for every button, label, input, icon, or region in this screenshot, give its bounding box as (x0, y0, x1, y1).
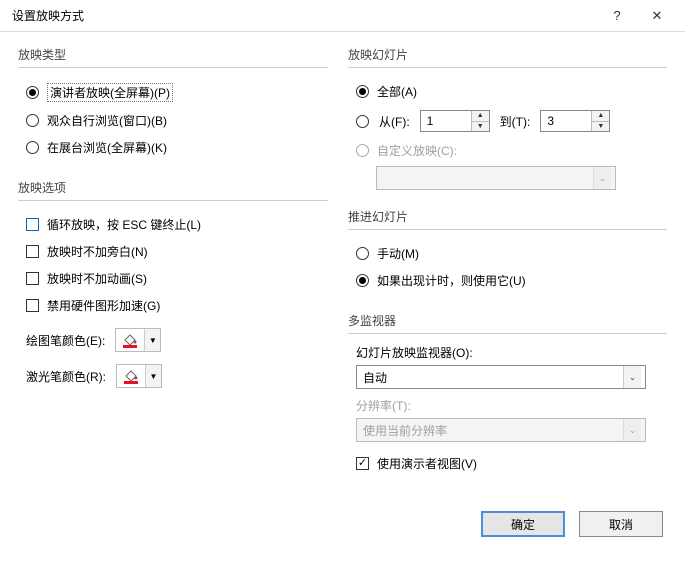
radio-slides-range[interactable]: 从(F): ▲▼ 到(T): ▲▼ (348, 105, 667, 137)
group-title: 多监视器 (348, 312, 667, 329)
radio-custom-show: 自定义放映(C): (348, 137, 667, 164)
custom-show-select: ⌄ (376, 166, 616, 190)
pen-color-picker[interactable]: ▼ (115, 328, 161, 352)
radio-advance-timings[interactable]: 如果出现计时，则使用它(U) (348, 267, 667, 294)
ok-button[interactable]: 确定 (481, 511, 565, 537)
radio-presenter[interactable]: 演讲者放映(全屏幕)(P) (18, 78, 328, 107)
checkbox-icon (26, 299, 39, 312)
bucket-icon (121, 332, 139, 348)
radio-icon (356, 85, 369, 98)
select-value: 自动 (363, 369, 387, 386)
radio-icon (356, 144, 369, 157)
group-show-options: 放映选项 循环放映，按 ESC 键终止(L) 放映时不加旁白(N) 放映时不加动… (18, 179, 328, 391)
checkbox-label: 禁用硬件图形加速(G) (47, 297, 160, 314)
pen-color-label: 绘图笔颜色(E): (26, 332, 105, 349)
monitor-select[interactable]: 自动 ⌄ (356, 365, 646, 389)
radio-label: 演讲者放映(全屏幕)(P) (47, 83, 173, 102)
group-title: 放映类型 (18, 46, 328, 63)
checkbox-label: 使用演示者视图(V) (377, 455, 477, 472)
spin-down-icon[interactable]: ▼ (472, 122, 489, 132)
laser-color-label: 激光笔颜色(R): (26, 368, 106, 385)
to-spinner[interactable]: ▲▼ (540, 110, 610, 132)
checkbox-no-narration[interactable]: 放映时不加旁白(N) (18, 238, 328, 265)
radio-icon (26, 141, 39, 154)
from-input[interactable] (421, 111, 471, 131)
button-label: 确定 (511, 516, 535, 533)
checkbox-icon (26, 272, 39, 285)
radio-slides-all[interactable]: 全部(A) (348, 78, 667, 105)
checkbox-icon (356, 457, 369, 470)
group-show-type: 放映类型 演讲者放映(全屏幕)(P) 观众自行浏览(窗口)(B) 在展台浏览(全… (18, 46, 328, 161)
titlebar: 设置放映方式 ? ✕ (0, 0, 685, 32)
to-input[interactable] (541, 111, 591, 131)
checkbox-loop[interactable]: 循环放映，按 ESC 键终止(L) (18, 211, 328, 238)
chevron-down-icon: ⌄ (593, 167, 611, 189)
close-icon: ✕ (652, 8, 663, 24)
resolution-select: 使用当前分辨率 ⌄ (356, 418, 646, 442)
radio-label: 手动(M) (377, 245, 419, 262)
radio-browse-window[interactable]: 观众自行浏览(窗口)(B) (18, 107, 328, 134)
from-label: 从(F): (379, 113, 410, 130)
dialog-footer: 确定 取消 (0, 503, 685, 551)
bucket-icon (122, 368, 140, 384)
group-monitors: 多监视器 幻灯片放映监视器(O): 自动 ⌄ 分辨率(T): 使用当前分辨率 ⌄… (348, 312, 667, 477)
radio-icon (26, 114, 39, 127)
spin-down-icon[interactable]: ▼ (592, 122, 609, 132)
radio-kiosk[interactable]: 在展台浏览(全屏幕)(K) (18, 134, 328, 161)
cancel-button[interactable]: 取消 (579, 511, 663, 537)
radio-icon (356, 247, 369, 260)
help-button[interactable]: ? (597, 0, 637, 32)
close-button[interactable]: ✕ (637, 0, 677, 32)
group-title: 放映幻灯片 (348, 46, 667, 63)
chevron-down-icon: ▼ (144, 329, 160, 351)
group-title: 推进幻灯片 (348, 208, 667, 225)
laser-color-picker[interactable]: ▼ (116, 364, 162, 388)
radio-icon (356, 274, 369, 287)
checkbox-label: 放映时不加旁白(N) (47, 243, 148, 260)
dialog-body: 放映类型 演讲者放映(全屏幕)(P) 观众自行浏览(窗口)(B) 在展台浏览(全… (0, 32, 685, 503)
spin-up-icon[interactable]: ▲ (472, 111, 489, 122)
radio-label: 观众自行浏览(窗口)(B) (47, 112, 167, 129)
radio-label: 全部(A) (377, 83, 417, 100)
checkbox-disable-hw[interactable]: 禁用硬件图形加速(G) (18, 292, 328, 319)
checkbox-label: 放映时不加动画(S) (47, 270, 147, 287)
checkbox-no-animation[interactable]: 放映时不加动画(S) (18, 265, 328, 292)
radio-icon (26, 86, 39, 99)
chevron-down-icon: ⌄ (623, 366, 641, 388)
radio-advance-manual[interactable]: 手动(M) (348, 240, 667, 267)
radio-label: 自定义放映(C): (377, 142, 457, 159)
select-value: 使用当前分辨率 (363, 422, 447, 439)
button-label: 取消 (609, 516, 633, 533)
group-advance: 推进幻灯片 手动(M) 如果出现计时，则使用它(U) (348, 208, 667, 294)
checkbox-label: 循环放映，按 ESC 键终止(L) (47, 216, 201, 233)
from-spinner[interactable]: ▲▼ (420, 110, 490, 132)
radio-label: 在展台浏览(全屏幕)(K) (47, 139, 167, 156)
group-title: 放映选项 (18, 179, 328, 196)
checkbox-presenter-view[interactable]: 使用演示者视图(V) (348, 450, 667, 477)
chevron-down-icon: ⌄ (623, 419, 641, 441)
group-slides: 放映幻灯片 全部(A) 从(F): ▲▼ 到(T): ▲▼ (348, 46, 667, 190)
resolution-label: 分辨率(T): (348, 397, 667, 414)
radio-label: 如果出现计时，则使用它(U) (377, 272, 526, 289)
checkbox-icon (26, 245, 39, 258)
spin-up-icon[interactable]: ▲ (592, 111, 609, 122)
to-label: 到(T): (500, 113, 531, 130)
monitor-label: 幻灯片放映监视器(O): (348, 344, 667, 361)
radio-icon (356, 115, 369, 128)
chevron-down-icon: ▼ (145, 365, 161, 387)
checkbox-icon (26, 218, 39, 231)
dialog-title: 设置放映方式 (12, 7, 597, 24)
